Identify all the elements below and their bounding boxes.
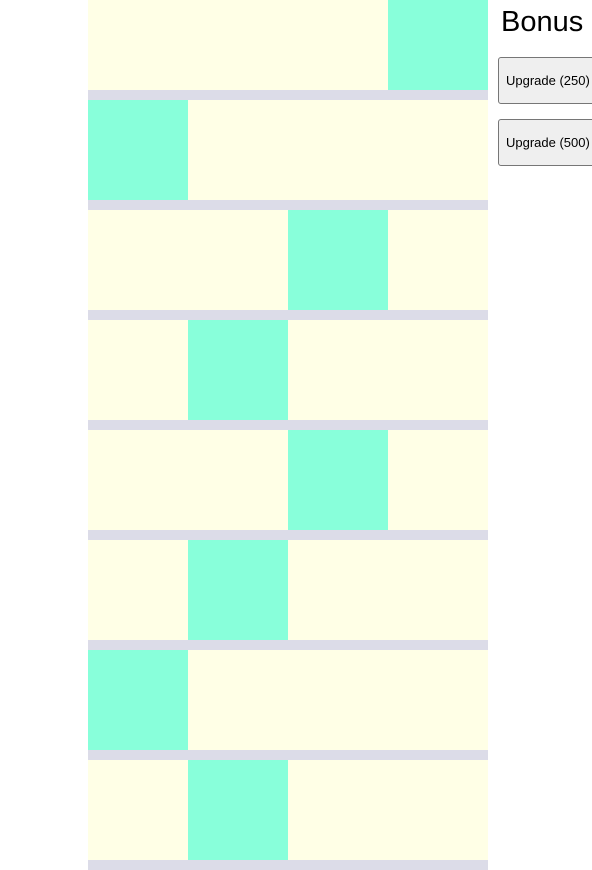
tile [188, 210, 288, 310]
tile [288, 540, 388, 640]
tile [188, 650, 288, 750]
tile [288, 650, 388, 750]
tile [288, 100, 388, 200]
tile [88, 210, 188, 310]
tile [88, 430, 188, 530]
tile-row [88, 0, 488, 100]
active-tile[interactable] [188, 540, 288, 640]
tile [388, 540, 488, 640]
tile-row [88, 650, 488, 760]
active-tile[interactable] [88, 650, 188, 750]
tile-row [88, 210, 488, 320]
tile-row [88, 100, 488, 210]
tile [188, 0, 288, 90]
active-tile[interactable] [388, 0, 488, 90]
tile-row [88, 320, 488, 430]
active-tile[interactable] [188, 760, 288, 860]
upgrade-500-button[interactable]: Upgrade (500) [498, 119, 592, 166]
tile [88, 0, 188, 90]
tile [388, 100, 488, 200]
tile-row [88, 430, 488, 540]
tile [88, 320, 188, 420]
tile-row [88, 540, 488, 650]
upgrade-250-button[interactable]: Upgrade (250) [498, 57, 592, 104]
bonus-panel: Bonus Upgrade (250) Upgrade (500) [498, 0, 592, 181]
tile [88, 760, 188, 860]
active-tile[interactable] [88, 100, 188, 200]
tile [288, 0, 388, 90]
tile [188, 100, 288, 200]
tile [388, 430, 488, 530]
tile [288, 320, 388, 420]
tile [388, 760, 488, 860]
tile [388, 650, 488, 750]
tile-board [88, 0, 488, 870]
tile-row [88, 760, 488, 870]
tile [288, 760, 388, 860]
tile [88, 540, 188, 640]
tile [388, 320, 488, 420]
tile [188, 430, 288, 530]
tile [388, 210, 488, 310]
active-tile[interactable] [288, 210, 388, 310]
bonus-title: Bonus [501, 6, 584, 38]
active-tile[interactable] [188, 320, 288, 420]
active-tile[interactable] [288, 430, 388, 530]
